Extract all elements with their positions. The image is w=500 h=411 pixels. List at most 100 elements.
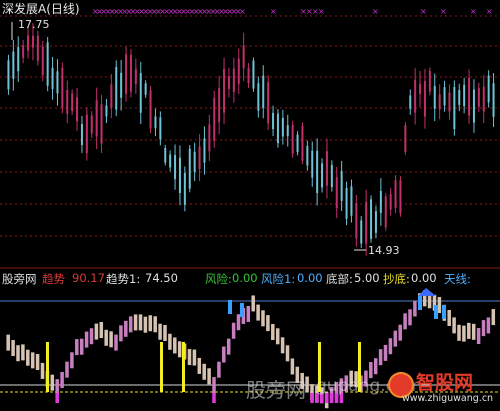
indicator-bar — [109, 331, 113, 348]
indicator-bar — [192, 349, 197, 366]
yellow-signal-bar — [46, 342, 49, 392]
indicator-bar — [285, 345, 290, 362]
candle-body — [448, 92, 451, 112]
indicator-bar — [26, 349, 30, 366]
candle-body — [419, 83, 422, 95]
indicator-bar — [70, 352, 74, 369]
candle-body — [423, 81, 426, 117]
candle-body — [389, 194, 392, 210]
candle-body — [159, 117, 162, 140]
candle-body — [95, 100, 98, 137]
indicator-bar — [437, 297, 442, 314]
sky-peak-mark — [418, 288, 436, 296]
indicator-bar — [457, 324, 461, 341]
candle-body — [31, 35, 34, 48]
indicator-bar — [173, 337, 177, 354]
indicator-bar — [275, 328, 280, 345]
chart-canvas: ×××××××××××××××××××××××××××××××××××× × × × ×… — [0, 7, 500, 409]
candle-body — [134, 68, 137, 85]
trend-value: 90.17 — [72, 271, 105, 285]
indicator-bar — [40, 362, 45, 379]
candle-body — [355, 203, 358, 239]
indicator-bar — [104, 329, 108, 346]
candle-body — [286, 125, 289, 137]
candle-body — [120, 72, 123, 98]
sky-label: 天线: — [444, 272, 471, 286]
indicator-bar — [55, 379, 59, 396]
indicator-bar — [30, 352, 35, 369]
marker-x: × — [486, 7, 493, 16]
candle-body — [129, 54, 132, 92]
indicator-low-bar — [55, 393, 59, 403]
candle-body — [267, 82, 270, 124]
indicator-bar — [217, 361, 221, 378]
yellow-signal-bar — [160, 342, 163, 392]
indicator-bar — [462, 325, 466, 342]
indicator-bar — [65, 361, 69, 378]
candle-body — [115, 67, 118, 110]
indicator-bar — [202, 363, 206, 380]
sky-signal-mark — [442, 305, 446, 319]
candle-body — [399, 180, 402, 213]
candle-body — [85, 114, 88, 154]
candle-body — [169, 154, 172, 168]
candle-body — [345, 187, 348, 219]
risk-label: 风险: — [205, 272, 232, 286]
candlestick-series — [7, 23, 495, 256]
marker-x: × — [239, 7, 246, 16]
indicator-bar — [408, 309, 412, 326]
candle-body — [487, 75, 490, 103]
sky-signal-mark — [240, 303, 244, 317]
indicator-bar — [447, 309, 451, 326]
indicator-bar — [6, 334, 10, 351]
candle-body — [22, 45, 25, 58]
low-price-label: 14.93 — [368, 244, 400, 257]
candle-body — [125, 54, 128, 95]
sky-signal-mark — [418, 296, 422, 310]
indicator-bar — [246, 305, 251, 322]
indicator-bar — [398, 324, 402, 341]
candle-body — [316, 150, 319, 194]
risk1-value: 0.00 — [297, 271, 323, 285]
indicator-bar — [378, 349, 383, 366]
candle-body — [453, 86, 456, 130]
indicator-bar — [383, 344, 388, 361]
indicator-bar — [251, 295, 255, 312]
indicator-bar — [486, 317, 491, 334]
sky-signal-mark — [434, 305, 438, 319]
candle-body — [394, 180, 397, 208]
top-markers: ×××××××××××××××××××××××××××××××××××× × × × ×… — [92, 7, 493, 16]
indicator-bar — [124, 320, 128, 337]
indicator-bar — [222, 346, 226, 363]
buy-value: 0.00 — [411, 271, 437, 285]
candle-body — [61, 67, 64, 108]
candle-body — [311, 150, 314, 178]
candle-body — [272, 112, 275, 129]
indicator-bar — [388, 338, 393, 355]
candle-body — [482, 86, 485, 112]
candle-body — [374, 211, 377, 233]
candle-body — [335, 177, 338, 209]
candle-body — [12, 51, 15, 79]
candle-body — [247, 67, 250, 83]
indicator-bar — [236, 314, 241, 331]
candle-body — [409, 95, 412, 109]
watermark-site-cn: 股旁网 — [246, 378, 306, 402]
indicator-bar — [148, 315, 153, 332]
indicator-low-bar — [212, 393, 216, 403]
candle-body — [110, 84, 113, 108]
indicator-bar — [207, 368, 211, 385]
candle-body — [213, 97, 216, 141]
candle-body — [384, 196, 387, 228]
candle-body — [144, 83, 147, 95]
indicator-bar — [491, 309, 496, 326]
indicator-bar — [89, 328, 94, 345]
marker-x: × — [270, 7, 277, 16]
yellow-signal-bar — [182, 342, 185, 392]
risk1-label: 风险1: — [261, 272, 296, 286]
candle-body — [80, 123, 83, 145]
indicator-bar — [226, 338, 231, 355]
candle-body — [340, 171, 343, 201]
candle-body — [365, 202, 368, 244]
candle-body — [252, 60, 255, 89]
